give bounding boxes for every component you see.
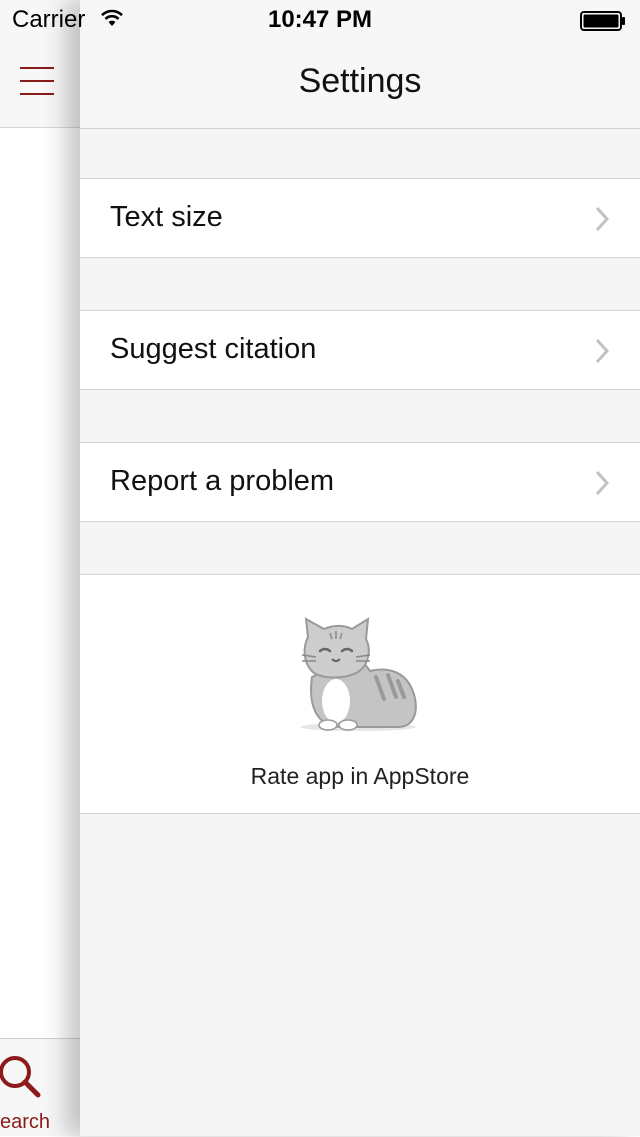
suggest-citation-label: Suggest citation xyxy=(110,333,317,365)
report-problem-label: Report a problem xyxy=(110,465,335,497)
chevron-right-icon xyxy=(595,206,610,232)
chevron-right-icon xyxy=(595,338,610,364)
menu-button[interactable] xyxy=(18,64,58,100)
text-size-label: Text size xyxy=(110,201,223,233)
text-size-row[interactable]: Text size xyxy=(80,178,640,258)
settings-panel: Settings Text size Suggest citation Repo… xyxy=(80,0,640,1136)
status-bar: Carrier 10:47 PM xyxy=(0,0,640,40)
status-time: 10:47 PM xyxy=(267,6,373,33)
search-icon xyxy=(0,1056,41,1098)
report-problem-row[interactable]: Report a problem xyxy=(80,442,640,522)
rate-app-button[interactable]: Rate app in AppStore xyxy=(80,574,640,814)
page-title: Settings xyxy=(298,62,422,100)
battery-icon xyxy=(580,11,625,31)
hamburger-menu-icon xyxy=(20,67,54,95)
tab-search[interactable]: earch xyxy=(0,1039,90,1137)
suggest-citation-row[interactable]: Suggest citation xyxy=(80,310,640,390)
rate-app-label: Rate app in AppStore xyxy=(250,763,470,789)
chevron-right-icon xyxy=(595,470,610,496)
tab-search-label: earch xyxy=(0,1111,51,1133)
cat-icon xyxy=(300,617,417,731)
